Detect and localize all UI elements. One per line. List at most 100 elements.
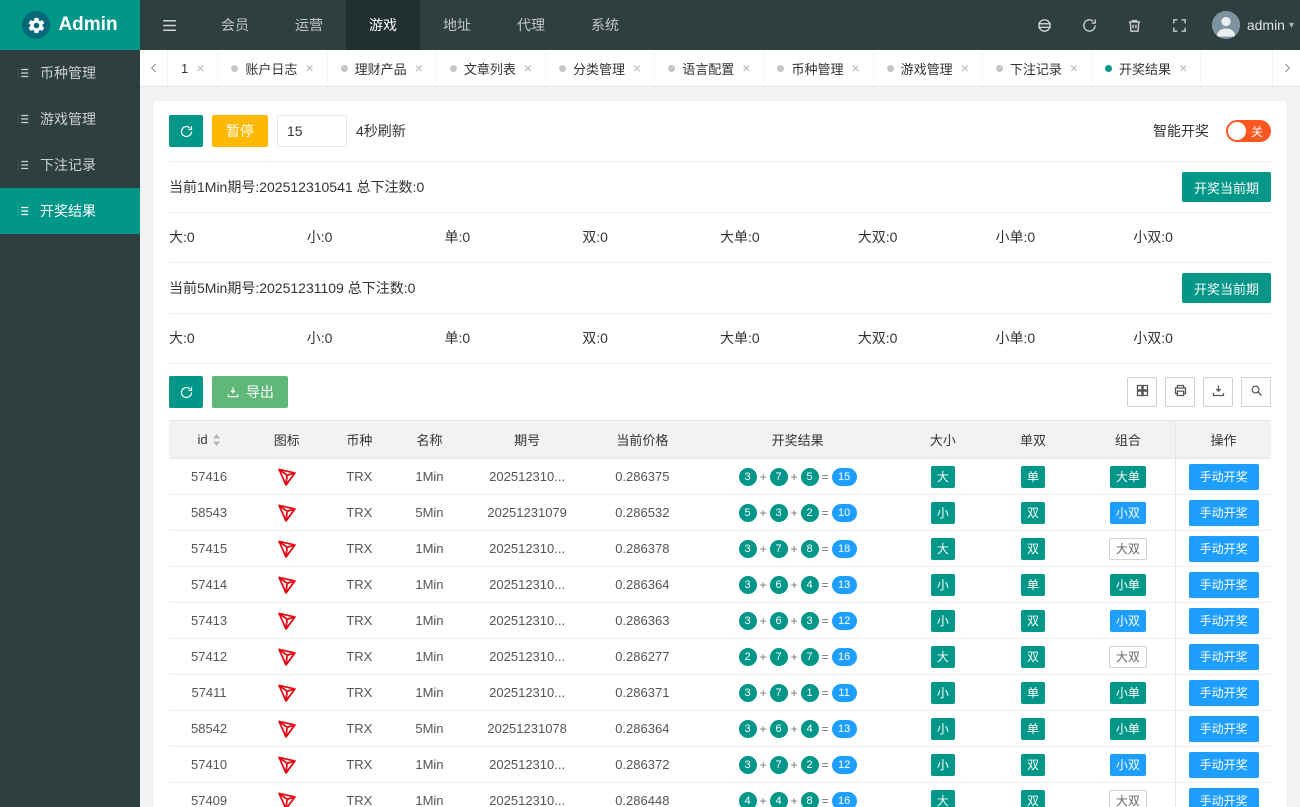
refresh-button[interactable] — [169, 115, 203, 147]
refresh-icon[interactable] — [1067, 0, 1112, 50]
result-number: 6 — [770, 612, 788, 630]
close-icon[interactable]: × — [961, 60, 969, 76]
avatar[interactable] — [1212, 11, 1240, 39]
combo-badge: 大双 — [1109, 646, 1147, 668]
manual-draw-button[interactable]: 手动开奖 — [1189, 680, 1259, 706]
table-row: 57414TRX1Min202512310...0.2863643+6+4=13… — [169, 567, 1271, 603]
tab-5[interactable]: 语言配置× — [655, 50, 764, 86]
parity-badge: 单 — [1021, 574, 1045, 596]
grid-icon-button[interactable] — [1127, 377, 1157, 407]
table-row: 57416TRX1Min202512310...0.2863753+7+5=15… — [169, 459, 1271, 495]
column-header-4: 期号 — [465, 421, 590, 459]
size-badge: 大 — [931, 790, 955, 807]
tab-9[interactable]: 开奖结果× — [1092, 50, 1201, 86]
tab-2[interactable]: 理财产品× — [328, 50, 437, 86]
cell-name: 5Min — [394, 711, 464, 747]
result-number: 2 — [801, 504, 819, 522]
cell-name: 5Min — [394, 495, 464, 531]
cell-action: 手动开奖 — [1176, 603, 1271, 639]
smart-draw-toggle[interactable]: 关 — [1226, 120, 1271, 142]
manual-draw-button[interactable]: 手动开奖 — [1189, 788, 1259, 807]
cell-name: 1Min — [394, 603, 464, 639]
table-toolbar: 导出 — [169, 376, 1271, 408]
cell-id: 57415 — [169, 531, 249, 567]
tabs-scroll-right[interactable] — [1272, 50, 1300, 86]
equals-sign: = — [822, 542, 829, 556]
print-icon — [1173, 383, 1188, 401]
manual-draw-button[interactable]: 手动开奖 — [1189, 644, 1259, 670]
close-icon[interactable]: × — [1070, 60, 1078, 76]
pause-button[interactable]: 暂停 — [212, 115, 268, 147]
interval-input[interactable] — [277, 115, 347, 147]
tab-8[interactable]: 下注记录× — [983, 50, 1092, 86]
trx-icon — [276, 790, 298, 807]
list-icon — [16, 204, 30, 218]
sidebar-item-2[interactable]: 下注记录 — [0, 142, 140, 188]
equals-sign: = — [822, 470, 829, 484]
trash-icon[interactable] — [1112, 0, 1157, 50]
nav-item-1[interactable]: 运营 — [272, 0, 346, 50]
close-icon[interactable]: × — [415, 60, 423, 76]
result-number: 7 — [801, 648, 819, 666]
combo-badge: 小双 — [1110, 754, 1146, 776]
theme-icon[interactable] — [1022, 0, 1067, 50]
cell-issue: 202512310... — [465, 747, 590, 783]
result-number: 5 — [739, 504, 757, 522]
tab-7[interactable]: 游戏管理× — [874, 50, 983, 86]
close-icon[interactable]: × — [633, 60, 641, 76]
plus-sign: + — [760, 614, 767, 628]
nav-item-4[interactable]: 代理 — [494, 0, 568, 50]
result-number: 1 — [801, 684, 819, 702]
result-sum: 10 — [832, 504, 857, 522]
column-header-6: 开奖结果 — [695, 421, 900, 459]
table-refresh-button[interactable] — [169, 376, 203, 408]
result-number: 7 — [770, 648, 788, 666]
draw-current-button[interactable]: 开奖当前期 — [1182, 172, 1271, 202]
tabs-scroll-left[interactable] — [140, 50, 168, 86]
cell-action: 手动开奖 — [1176, 531, 1271, 567]
tab-3[interactable]: 文章列表× — [437, 50, 546, 86]
parity-badge: 单 — [1021, 466, 1045, 488]
tab-1[interactable]: 账户日志× — [218, 50, 327, 86]
manual-draw-button[interactable]: 手动开奖 — [1189, 608, 1259, 634]
export-button[interactable]: 导出 — [212, 376, 288, 408]
sort-icon[interactable] — [212, 433, 221, 447]
nav-item-3[interactable]: 地址 — [420, 0, 494, 50]
manual-draw-button[interactable]: 手动开奖 — [1189, 716, 1259, 742]
nav-item-0[interactable]: 会员 — [198, 0, 272, 50]
sidebar-item-1[interactable]: 游戏管理 — [0, 96, 140, 142]
nav-item-5[interactable]: 系统 — [568, 0, 642, 50]
column-header-0[interactable]: id — [169, 421, 249, 459]
cell-name: 1Min — [394, 639, 464, 675]
stats-row: 大:0小:0单:0双:0大单:0大双:0小单:0小双:0 — [169, 313, 1271, 363]
tab-0[interactable]: 1× — [168, 50, 218, 86]
print-icon-button[interactable] — [1165, 377, 1195, 407]
manual-draw-button[interactable]: 手动开奖 — [1189, 536, 1259, 562]
manual-draw-button[interactable]: 手动开奖 — [1189, 572, 1259, 598]
sidebar-item-0[interactable]: 币种管理 — [0, 50, 140, 96]
manual-draw-button[interactable]: 手动开奖 — [1189, 464, 1259, 490]
draw-current-button[interactable]: 开奖当前期 — [1182, 273, 1271, 303]
export-icon-button[interactable] — [1203, 377, 1233, 407]
nav-item-2[interactable]: 游戏 — [346, 0, 420, 50]
search-icon-button[interactable] — [1241, 377, 1271, 407]
close-icon[interactable]: × — [742, 60, 750, 76]
close-icon[interactable]: × — [524, 60, 532, 76]
manual-draw-button[interactable]: 手动开奖 — [1189, 500, 1259, 526]
manual-draw-button[interactable]: 手动开奖 — [1189, 752, 1259, 778]
close-icon[interactable]: × — [1179, 60, 1187, 76]
toggle-knob — [1228, 122, 1246, 140]
topbar: Admin 会员运营游戏地址代理系统 admin ▾ — [0, 0, 1300, 50]
close-icon[interactable]: × — [196, 60, 204, 76]
hamburger-icon[interactable] — [140, 0, 198, 50]
close-icon[interactable]: × — [305, 60, 313, 76]
username[interactable]: admin — [1240, 17, 1289, 33]
combo-badge: 小单 — [1110, 682, 1146, 704]
tab-6[interactable]: 币种管理× — [764, 50, 873, 86]
close-icon[interactable]: × — [851, 60, 859, 76]
sidebar-item-3[interactable]: 开奖结果 — [0, 188, 140, 234]
table-header-row: id图标币种名称期号当前价格开奖结果大小单双组合操作 — [169, 421, 1271, 459]
fullscreen-icon[interactable] — [1157, 0, 1202, 50]
tab-4[interactable]: 分类管理× — [546, 50, 655, 86]
equals-sign: = — [822, 650, 829, 664]
